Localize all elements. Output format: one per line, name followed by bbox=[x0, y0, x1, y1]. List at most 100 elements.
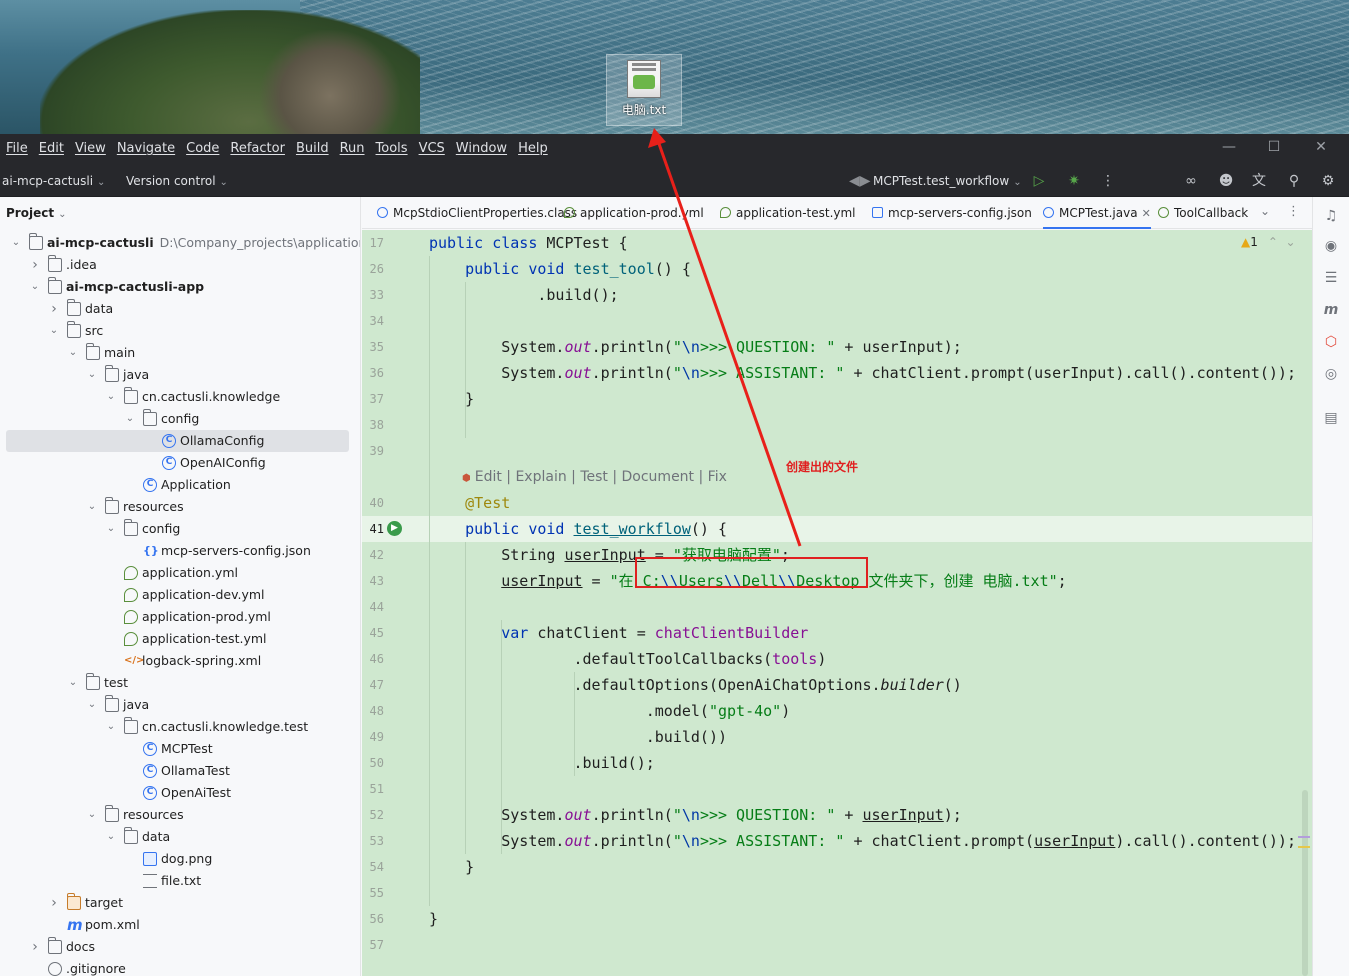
run-configuration-selector[interactable]: MCPTest.test_workflow ⌄ bbox=[873, 174, 1022, 188]
tree-item-main[interactable]: ⌄ main bbox=[0, 342, 360, 364]
tree-item-openaitest[interactable]: C OpenAiTest bbox=[0, 782, 360, 804]
line-number[interactable]: 57 bbox=[362, 932, 384, 958]
chevron-right-icon[interactable]: › bbox=[48, 298, 60, 320]
tree-item-config[interactable]: ⌄ config bbox=[0, 518, 360, 540]
line-number[interactable]: 45 bbox=[362, 620, 384, 646]
tree-item--idea[interactable]: › .idea bbox=[0, 254, 360, 276]
tree-item-ollamatest[interactable]: C OllamaTest bbox=[0, 760, 360, 782]
maven-icon[interactable]: m bbox=[1322, 301, 1340, 319]
line-number[interactable]: 37 bbox=[362, 386, 384, 412]
desktop-file-icon[interactable]: 电脑.txt bbox=[606, 54, 682, 126]
editor-scrollbar[interactable] bbox=[1302, 790, 1308, 976]
line-number[interactable]: 50 bbox=[362, 750, 384, 776]
translate-icon[interactable]: 文 bbox=[1250, 172, 1268, 190]
menu-tools[interactable]: Tools bbox=[376, 141, 408, 156]
database-icon[interactable]: ☰ bbox=[1322, 269, 1340, 287]
chevron-right-icon[interactable]: › bbox=[29, 936, 41, 958]
run-test-gutter-icon[interactable]: ▶ bbox=[387, 521, 402, 536]
tree-item-java[interactable]: ⌄ java bbox=[0, 364, 360, 386]
menu-window[interactable]: Window bbox=[456, 141, 507, 156]
tree-item-resources[interactable]: ⌄ resources bbox=[0, 496, 360, 518]
tree-item-pom-xml[interactable]: m pom.xml bbox=[0, 914, 360, 936]
close-tab-icon[interactable]: ✕ bbox=[1142, 207, 1151, 220]
line-number[interactable]: 35 bbox=[362, 334, 384, 360]
close-window-icon[interactable]: ✕ bbox=[1314, 140, 1328, 154]
tab-application-prod-yml[interactable]: application-prod.yml bbox=[564, 197, 704, 229]
chevron-down-icon[interactable]: ⌄ bbox=[124, 408, 136, 430]
menu-file[interactable]: File bbox=[6, 141, 28, 156]
tree-item-logback-spring-xml[interactable]: </> logback-spring.xml bbox=[0, 650, 360, 672]
chevron-down-icon[interactable]: ⌄ bbox=[67, 672, 79, 694]
tab-list-chevron-icon[interactable]: ⌄ bbox=[1260, 204, 1270, 218]
line-number[interactable]: 41 bbox=[362, 516, 384, 542]
chevron-down-icon[interactable]: ⌄ bbox=[29, 276, 41, 298]
tree-item-application-yml[interactable]: application.yml bbox=[0, 562, 360, 584]
chevron-down-icon[interactable]: ⌄ bbox=[86, 694, 98, 716]
line-number[interactable]: 48 bbox=[362, 698, 384, 724]
ai-assistant-icon[interactable]: ∞ bbox=[1182, 172, 1200, 190]
tab-mcpstdioclientproperties-class[interactable]: McpStdioClientProperties.class bbox=[377, 197, 577, 229]
menu-edit[interactable]: Edit bbox=[39, 141, 64, 156]
chevron-down-icon[interactable]: ⌄ bbox=[86, 496, 98, 518]
menu-run[interactable]: Run bbox=[340, 141, 365, 156]
line-number[interactable]: 34 bbox=[362, 308, 384, 334]
chevron-down-icon[interactable]: ⌄ bbox=[10, 232, 22, 254]
line-number[interactable]: 43 bbox=[362, 568, 384, 594]
chevron-down-icon[interactable]: ⌄ bbox=[86, 364, 98, 386]
line-number[interactable]: 39 bbox=[362, 438, 384, 464]
menu-code[interactable]: Code bbox=[186, 141, 219, 156]
menu-build[interactable]: Build bbox=[296, 141, 329, 156]
tree-item-application-dev-yml[interactable]: application-dev.yml bbox=[0, 584, 360, 606]
settings-gear-icon[interactable]: ⚙ bbox=[1319, 172, 1337, 190]
tree-item-application[interactable]: C Application bbox=[0, 474, 360, 496]
chevron-down-icon[interactable]: ⌄ bbox=[67, 342, 79, 364]
minimize-icon[interactable]: — bbox=[1222, 140, 1236, 154]
project-panel-header[interactable]: Project ⌄ bbox=[6, 206, 66, 220]
menu-navigate[interactable]: Navigate bbox=[117, 141, 175, 156]
inspection-widget[interactable]: ▲1 ⌃ ⌄ bbox=[1241, 235, 1296, 249]
line-number[interactable]: 33 bbox=[362, 282, 384, 308]
chevron-right-icon[interactable]: › bbox=[48, 892, 60, 914]
project-switcher[interactable]: ai-mcp-cactusli ⌄ bbox=[2, 174, 105, 188]
endpoints-icon[interactable]: ▤ bbox=[1322, 409, 1340, 427]
inlay-actions[interactable]: Edit | Explain | Test | Document | Fix bbox=[475, 469, 727, 485]
maximize-icon[interactable]: ☐ bbox=[1267, 140, 1281, 154]
run-icon[interactable]: ▷ bbox=[1030, 172, 1048, 190]
menu-help[interactable]: Help bbox=[518, 141, 548, 156]
tree-item-openaiconfig[interactable]: C OpenAIConfig bbox=[0, 452, 360, 474]
line-number[interactable]: 54 bbox=[362, 854, 384, 880]
line-number[interactable]: 55 bbox=[362, 880, 384, 906]
line-number[interactable]: 47 bbox=[362, 672, 384, 698]
line-number[interactable]: 17 bbox=[362, 230, 384, 256]
search-icon[interactable]: ⚲ bbox=[1285, 172, 1303, 190]
tree-item-file-txt[interactable]: file.txt bbox=[0, 870, 360, 892]
line-number[interactable]: 38 bbox=[362, 412, 384, 438]
line-number[interactable]: 53 bbox=[362, 828, 384, 854]
tree-item-cn-cactusli-knowledge-test[interactable]: ⌄ cn.cactusli.knowledge.test bbox=[0, 716, 360, 738]
tree-item-mcp-servers-config-json[interactable]: {} mcp-servers-config.json bbox=[0, 540, 360, 562]
line-number[interactable]: 44 bbox=[362, 594, 384, 620]
tree-item-data[interactable]: › data bbox=[0, 298, 360, 320]
more-actions-icon[interactable]: ⋮ bbox=[1099, 172, 1117, 190]
line-number[interactable]: 51 bbox=[362, 776, 384, 802]
line-number[interactable]: 40 bbox=[362, 490, 384, 516]
tab-mcptest-java[interactable]: MCPTest.java ✕ bbox=[1043, 197, 1151, 229]
chevron-down-icon[interactable]: ⌄ bbox=[105, 518, 117, 540]
tab-more-icon[interactable]: ⋮ bbox=[1287, 204, 1300, 219]
tree-item-dog-png[interactable]: dog.png bbox=[0, 848, 360, 870]
tree-item-application-prod-yml[interactable]: application-prod.yml bbox=[0, 606, 360, 628]
line-number[interactable]: 56 bbox=[362, 906, 384, 932]
line-number[interactable]: 52 bbox=[362, 802, 384, 828]
tab-mcp-servers-config-json[interactable]: mcp-servers-config.json bbox=[872, 197, 1032, 229]
tree-item-ai-mcp-cactusli[interactable]: ⌄ ai-mcp-cactusli D:\Company_projects\appl… bbox=[0, 232, 360, 254]
line-number[interactable]: 49 bbox=[362, 724, 384, 750]
chevron-down-icon[interactable]: ⌄ bbox=[86, 804, 98, 826]
menu-vcs[interactable]: VCS bbox=[419, 141, 445, 156]
tree-item-application-test-yml[interactable]: application-test.yml bbox=[0, 628, 360, 650]
tree-item-java[interactable]: ⌄ java bbox=[0, 694, 360, 716]
tree-item-src[interactable]: ⌄ src bbox=[0, 320, 360, 342]
debug-icon[interactable]: ✷ bbox=[1065, 172, 1083, 190]
tree-item-test[interactable]: ⌄ test bbox=[0, 672, 360, 694]
tree-item-cn-cactusli-knowledge[interactable]: ⌄ cn.cactusli.knowledge bbox=[0, 386, 360, 408]
chevron-down-icon[interactable]: ⌄ bbox=[48, 320, 60, 342]
